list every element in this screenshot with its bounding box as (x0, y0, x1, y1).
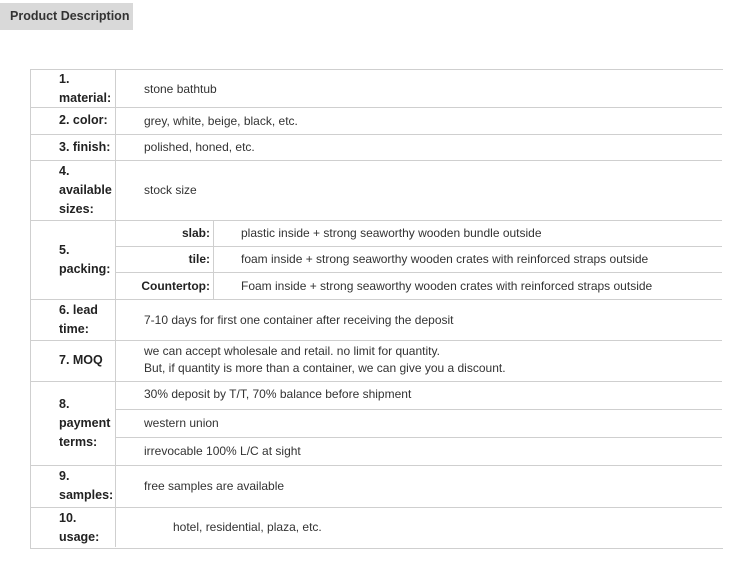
payment-sub-divider (115, 437, 722, 438)
packing-slab-label: slab: (181, 226, 210, 240)
packing-label: 5. packing: (59, 243, 111, 276)
color-value: grey, white, beige, black, etc. (144, 114, 298, 128)
payment-option: irrevocable 100% L/C at sight (144, 444, 301, 458)
packing-sub-divider (115, 246, 722, 247)
row-divider (30, 160, 722, 161)
packing-countertop-value: Foam inside + strong seaworthy wooden cr… (241, 279, 653, 293)
samples-label: 9. samples: (59, 469, 114, 502)
moq-line-2: But, if quantity is more than a containe… (144, 361, 506, 375)
moq-line-1: we can accept wholesale and retail. no l… (144, 344, 440, 358)
spec-table (30, 69, 723, 549)
packing-sub-divider (115, 272, 722, 273)
sizes-value: stock size (144, 183, 197, 197)
row-divider (30, 465, 722, 466)
payment-sub-divider (115, 409, 722, 410)
row-divider (30, 107, 722, 108)
payment-option: western union (144, 416, 219, 430)
row-divider (30, 134, 722, 135)
finish-value: polished, honed, etc. (144, 140, 255, 154)
payment-option: 30% deposit by T/T, 70% balance before s… (144, 387, 412, 401)
packing-tile-label: tile: (188, 252, 210, 266)
usage-value: hotel, residential, plaza, etc. (173, 520, 322, 534)
packing-slab-value: plastic inside + strong seaworthy wooden… (241, 226, 542, 240)
lead-time-label: 6. lead time: (59, 303, 98, 336)
packing-tile-value: foam inside + strong seaworthy wooden cr… (241, 252, 649, 266)
usage-label: 10. usage: (59, 511, 100, 544)
row-divider (30, 299, 722, 300)
packing-sub-divider (213, 220, 214, 299)
moq-label: 7. MOQ (59, 353, 103, 367)
packing-countertop-label: Countertop: (141, 279, 210, 293)
material-label: 1. material: (59, 72, 112, 105)
tab-product-description[interactable]: Product Description (0, 3, 133, 30)
row-divider (30, 381, 722, 382)
material-value: stone bathtub (144, 82, 217, 96)
lead-time-value: 7-10 days for first one container after … (144, 313, 454, 327)
finish-label: 3. finish: (59, 140, 111, 154)
row-divider (30, 340, 722, 341)
sizes-label: 4. available sizes: (59, 164, 112, 216)
color-label: 2. color: (59, 113, 108, 127)
payment-label: 8. payment terms: (59, 397, 111, 449)
label-column-divider (115, 69, 116, 547)
samples-value: free samples are available (144, 479, 285, 493)
row-divider (30, 507, 722, 508)
row-divider (30, 220, 722, 221)
